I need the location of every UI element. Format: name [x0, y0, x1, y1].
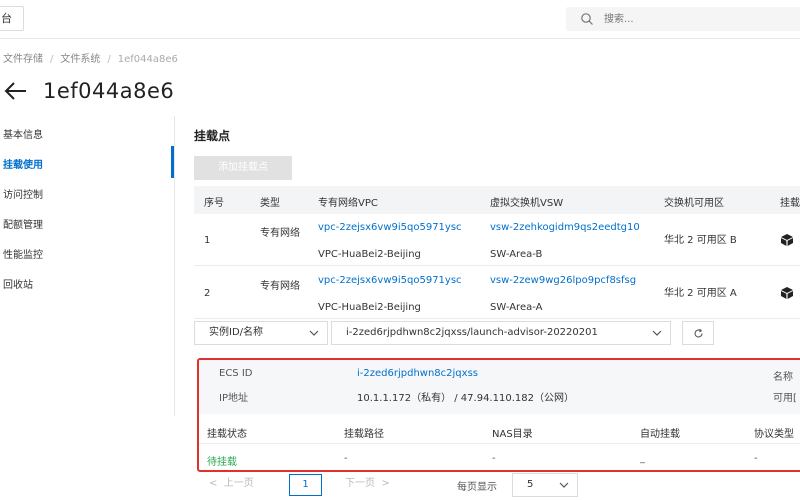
ip-value: 10.1.1.172（私有） / 47.94.110.182（公网）	[357, 393, 574, 404]
auto-mount: _	[640, 453, 645, 464]
vsw-id-link[interactable]: vsw-2zew9wg26lpo9pcf8sfsg	[490, 274, 640, 287]
cube-icon[interactable]	[780, 233, 794, 247]
mount-status-header: 挂载状态 挂载路径 NAS目录 自动挂载 协议类型	[199, 420, 800, 444]
per-page-value: 5	[527, 479, 534, 490]
name-label: 名称	[773, 372, 793, 383]
instance-select-value: i-2zed6rjpdhwn8c2jqxss/launch-advisor-20…	[346, 327, 598, 338]
refresh-icon	[694, 328, 703, 338]
per-page-select[interactable]: 5	[512, 473, 578, 497]
chevron-down-icon	[309, 330, 319, 336]
vsw-name: SW-Area-A	[490, 302, 543, 313]
column-header: 序号	[204, 198, 224, 209]
column-header: 挂载状态	[207, 429, 247, 440]
add-mount-target-button[interactable]: 添加挂载点	[194, 156, 292, 180]
nav-item-quota[interactable]: 配额管理	[3, 216, 43, 231]
next-page-label: 下一页	[345, 478, 375, 489]
protocol: -	[754, 453, 758, 464]
zone: 华北 2 可用区 B	[664, 235, 737, 246]
row-type: 专有网络	[260, 228, 300, 239]
ecs-id-label: ECS ID	[219, 368, 253, 379]
breadcrumb-item-file-storage[interactable]: 文件存储	[3, 54, 43, 65]
active-nav-indicator	[171, 146, 174, 178]
prev-page-label: 上一页	[223, 478, 254, 489]
page-title: 1ef044a8e6	[43, 79, 175, 103]
vpc-id-link[interactable]: vpc-2zejsx6vw9i5qo5971ysc	[318, 221, 468, 234]
console-home-button[interactable]: 台	[0, 6, 24, 31]
nav-item-monitoring[interactable]: 性能监控	[3, 246, 43, 261]
next-page-button[interactable]: 下一页 >	[345, 474, 390, 496]
vsw-id-link[interactable]: vsw-2zehkogidm9qs2eedtg10	[490, 221, 640, 234]
vpc-id-link[interactable]: vpc-2zejsx6vw9i5qo5971ysc	[318, 274, 468, 287]
cube-icon[interactable]	[780, 286, 794, 300]
nav-item-basic-info[interactable]: 基本信息	[3, 126, 43, 141]
page-header: 1ef044a8e6	[3, 76, 174, 106]
column-header: 协议类型	[754, 429, 794, 440]
column-header: NAS目录	[492, 429, 533, 440]
prev-page-button[interactable]: < 上一页	[209, 474, 254, 496]
ip-label: IP地址	[219, 393, 248, 404]
column-header: 挂载	[780, 198, 800, 209]
search-input[interactable]	[604, 7, 794, 31]
breadcrumb-item-file-systems[interactable]: 文件系统	[60, 54, 100, 65]
ecs-id-link[interactable]: i-2zed6rjpdhwn8c2jqxss	[357, 368, 478, 379]
per-page-label: 每页显示	[457, 482, 497, 493]
nav-item-access-control[interactable]: 访问控制	[3, 186, 43, 201]
nas-dir: -	[492, 453, 496, 464]
global-search[interactable]	[566, 7, 800, 31]
instance-filter-field-select[interactable]: 实例ID/名称	[194, 321, 328, 345]
vsw-name: SW-Area-B	[490, 249, 543, 260]
row-index: 2	[204, 288, 211, 299]
nav-item-mount-usage[interactable]: 挂载使用	[3, 156, 43, 171]
breadcrumb-separator: /	[107, 54, 111, 65]
row-index: 1	[204, 235, 211, 246]
nav-item-recycle-bin[interactable]: 回收站	[3, 276, 33, 291]
instance-mount-detail: ECS ID i-2zed6rjpdhwn8c2jqxss IP地址 10.1.…	[197, 358, 800, 472]
side-nav: 基本信息 挂载使用 访问控制 配额管理 性能监控 回收站	[0, 116, 175, 416]
column-header: 虚拟交换机VSW	[490, 198, 564, 209]
back-arrow-icon[interactable]	[3, 80, 29, 102]
column-header: 专有网络VPC	[318, 198, 378, 209]
mount-status: 待挂载	[207, 457, 237, 468]
instance-info: ECS ID i-2zed6rjpdhwn8c2jqxss IP地址 10.1.…	[199, 360, 800, 414]
table-row: 2 专有网络 vpc-2zejsx6vw9i5qo5971ysc VPC-Hua…	[194, 267, 800, 319]
refresh-button[interactable]	[682, 321, 714, 345]
vpc-name: VPC-HuaBei2-Beijing	[318, 302, 421, 313]
zone: 华北 2 可用区 A	[664, 288, 737, 299]
page-number-current[interactable]: 1	[289, 474, 322, 496]
column-header: 自动挂载	[640, 429, 680, 440]
chevron-right-icon: >	[381, 478, 390, 489]
mount-path: -	[344, 453, 348, 464]
table-row: 1 专有网络 vpc-2zejsx6vw9i5qo5971ysc VPC-Hua…	[194, 214, 800, 266]
vpc-name: VPC-HuaBei2-Beijing	[318, 249, 421, 260]
chevron-down-icon	[652, 330, 662, 336]
top-bar: 台	[0, 0, 800, 39]
breadcrumb-item-current: 1ef044a8e6	[117, 54, 178, 65]
column-header: 挂载路径	[344, 429, 384, 440]
chevron-down-icon	[559, 482, 569, 488]
breadcrumb: 文件存储 / 文件系统 / 1ef044a8e6	[3, 50, 178, 65]
instance-select[interactable]: i-2zed6rjpdhwn8c2jqxss/launch-advisor-20…	[331, 321, 671, 345]
section-title: 挂载点	[194, 129, 231, 143]
column-header: 交换机可用区	[664, 198, 724, 209]
search-icon	[581, 13, 593, 25]
filter-field-label: 实例ID/名称	[209, 327, 264, 338]
column-header: 类型	[260, 198, 280, 209]
mount-table-header: 序号 类型 专有网络VPC 虚拟交换机VSW 交换机可用区 挂载	[194, 186, 800, 214]
row-type: 专有网络	[260, 281, 300, 292]
chevron-left-icon: <	[209, 478, 218, 489]
zone-label: 可用[	[773, 393, 797, 404]
breadcrumb-separator: /	[50, 54, 54, 65]
